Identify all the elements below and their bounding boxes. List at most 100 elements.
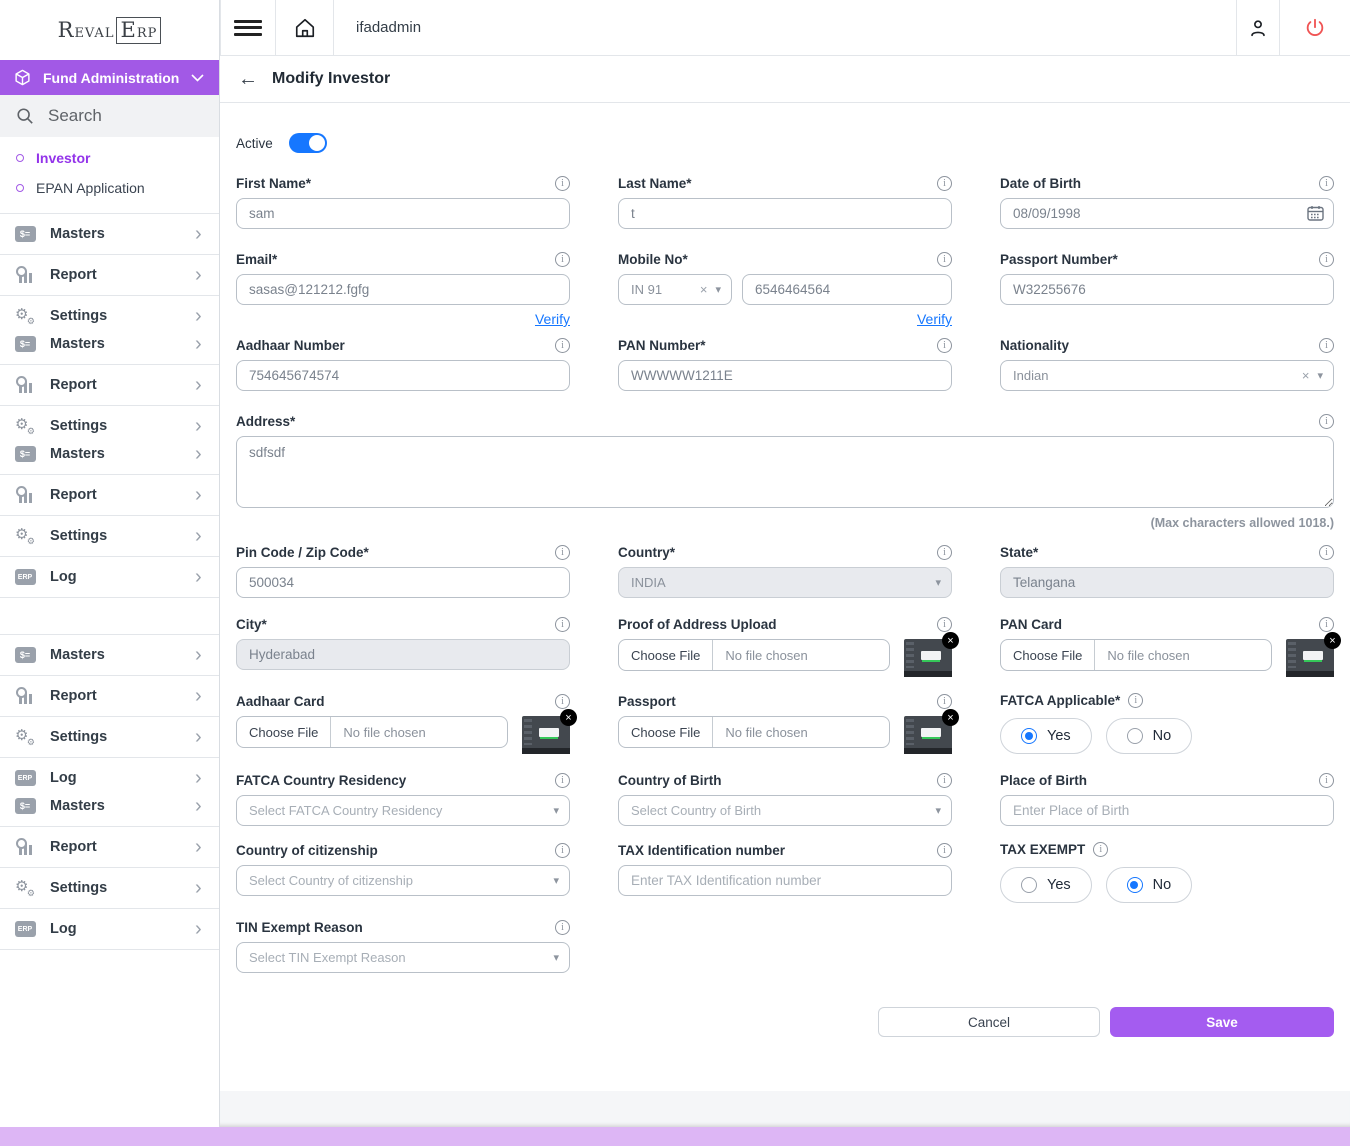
citizenship-select[interactable]: Select Country of citizenship — [236, 865, 570, 896]
mobile-verify-link[interactable]: Verify — [917, 311, 952, 327]
info-icon[interactable] — [937, 545, 952, 560]
info-icon[interactable] — [1093, 842, 1108, 857]
back-button[interactable] — [238, 68, 258, 91]
pincode-input[interactable] — [236, 567, 570, 598]
info-icon[interactable] — [937, 843, 952, 858]
proof-of-address-file-input[interactable]: Choose File No file chosen — [618, 639, 890, 671]
sidebar-search[interactable]: Search — [0, 95, 219, 137]
info-icon[interactable] — [1319, 252, 1334, 267]
info-icon[interactable] — [555, 773, 570, 788]
tin-input[interactable] — [618, 865, 952, 896]
sidebar-item-masters[interactable]: Masters — [14, 440, 207, 468]
info-icon[interactable] — [1319, 414, 1334, 429]
info-icon[interactable] — [937, 338, 952, 353]
first-name-input[interactable] — [236, 198, 570, 229]
menu-toggle-button[interactable] — [220, 0, 276, 55]
choose-file-button[interactable]: Choose File — [619, 717, 713, 747]
pan-card-file-input[interactable]: Choose File No file chosen — [1000, 639, 1272, 671]
sidebar-item-investor[interactable]: Investor — [0, 143, 219, 173]
info-icon[interactable] — [937, 176, 952, 191]
sidebar-item-settings[interactable]: Settings — [0, 516, 219, 557]
info-icon[interactable] — [1319, 176, 1334, 191]
tax-exempt-yes-radio[interactable]: Yes — [1000, 867, 1092, 903]
fatca-yes-radio[interactable]: Yes — [1000, 718, 1092, 754]
sidebar-item-epan-application[interactable]: EPAN Application — [0, 173, 219, 203]
sidebar-item-report[interactable]: Report — [0, 365, 219, 406]
logout-button[interactable] — [1280, 0, 1350, 55]
sidebar-item-report[interactable]: Report — [0, 255, 219, 296]
country-of-birth-select[interactable]: Select Country of Birth — [618, 795, 952, 826]
choose-file-button[interactable]: Choose File — [1001, 640, 1095, 670]
sidebar-item-report[interactable]: Report — [0, 676, 219, 717]
profile-button[interactable] — [1236, 0, 1280, 55]
clear-icon[interactable] — [1302, 368, 1310, 383]
nationality-select[interactable]: Indian — [1000, 360, 1334, 391]
module-selector[interactable]: Fund Administration — [0, 60, 219, 95]
info-icon[interactable] — [555, 694, 570, 709]
last-name-input[interactable] — [618, 198, 952, 229]
cancel-button[interactable]: Cancel — [878, 1007, 1100, 1037]
info-icon[interactable] — [555, 843, 570, 858]
dob-input[interactable] — [1000, 198, 1334, 229]
info-icon[interactable] — [555, 176, 570, 191]
sidebar-item-settings[interactable]: Settings — [14, 412, 207, 440]
save-button[interactable]: Save — [1110, 1007, 1334, 1037]
passport-file-input[interactable]: Choose File No file chosen — [618, 716, 890, 748]
sidebar-item-settings[interactable]: Settings — [0, 717, 219, 758]
info-icon[interactable] — [1128, 693, 1143, 708]
calendar-icon[interactable] — [1307, 205, 1324, 221]
info-icon[interactable] — [555, 252, 570, 267]
info-icon[interactable] — [555, 920, 570, 935]
email-verify-link[interactable]: Verify — [535, 311, 570, 327]
choose-file-button[interactable]: Choose File — [237, 717, 331, 747]
sidebar-item-report[interactable]: Report — [0, 475, 219, 516]
sidebar-item-masters[interactable]: Masters — [14, 330, 207, 358]
aadhaar-card-thumbnail[interactable] — [522, 716, 570, 754]
info-icon[interactable] — [1319, 773, 1334, 788]
clear-icon[interactable] — [700, 282, 708, 297]
info-icon[interactable] — [1319, 617, 1334, 632]
tin-field-group: TAX Identification number — [618, 842, 952, 903]
choose-file-button[interactable]: Choose File — [619, 640, 713, 670]
info-icon[interactable] — [555, 338, 570, 353]
aadhaar-card-file-input[interactable]: Choose File No file chosen — [236, 716, 508, 748]
sidebar-item-masters[interactable]: Masters — [14, 792, 207, 820]
sidebar-item-masters[interactable]: Masters — [0, 634, 219, 676]
proof-of-address-thumbnail[interactable] — [904, 639, 952, 677]
sidebar-item-report[interactable]: Report — [0, 827, 219, 868]
home-button[interactable] — [276, 0, 334, 55]
mobile-input[interactable] — [742, 274, 952, 305]
info-icon[interactable] — [555, 545, 570, 560]
info-icon[interactable] — [937, 694, 952, 709]
remove-file-icon[interactable] — [942, 632, 959, 649]
info-icon[interactable] — [937, 617, 952, 632]
remove-file-icon[interactable] — [942, 709, 959, 726]
info-icon[interactable] — [937, 252, 952, 267]
sidebar-item-log[interactable]: Log — [0, 909, 219, 950]
place-of-birth-input[interactable] — [1000, 795, 1334, 826]
sidebar-item-log[interactable]: Log — [0, 557, 219, 598]
remove-file-icon[interactable] — [560, 709, 577, 726]
passport-number-input[interactable] — [1000, 274, 1334, 305]
aadhaar-number-input[interactable] — [236, 360, 570, 391]
info-icon[interactable] — [937, 773, 952, 788]
active-toggle[interactable] — [289, 133, 327, 153]
sidebar-item-masters[interactable]: Masters — [0, 214, 219, 255]
info-icon[interactable] — [555, 617, 570, 632]
pan-card-thumbnail[interactable] — [1286, 639, 1334, 677]
sidebar-item-settings[interactable]: Settings — [0, 868, 219, 909]
email-input[interactable] — [236, 274, 570, 305]
pan-number-input[interactable] — [618, 360, 952, 391]
sidebar-item-log[interactable]: Log — [14, 764, 207, 792]
tax-exempt-no-radio[interactable]: No — [1106, 867, 1193, 903]
sidebar-item-settings[interactable]: Settings — [14, 302, 207, 330]
fatca-no-radio[interactable]: No — [1106, 718, 1193, 754]
country-code-select[interactable]: IN 91 — [618, 274, 732, 305]
tin-exempt-reason-select[interactable]: Select TIN Exempt Reason — [236, 942, 570, 973]
remove-file-icon[interactable] — [1324, 632, 1341, 649]
info-icon[interactable] — [1319, 338, 1334, 353]
info-icon[interactable] — [1319, 545, 1334, 560]
address-textarea[interactable]: sdfsdf — [236, 436, 1334, 508]
passport-thumbnail[interactable] — [904, 716, 952, 754]
fatca-country-select[interactable]: Select FATCA Country Residency — [236, 795, 570, 826]
